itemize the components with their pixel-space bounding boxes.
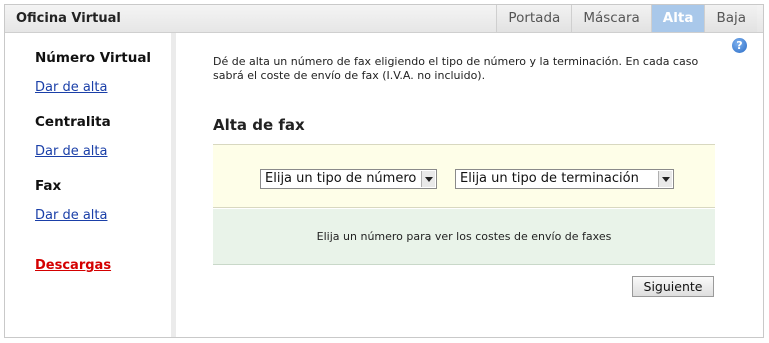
termination-type-select-value: Elija un tipo de terminación — [460, 171, 639, 186]
sidebar-link-centralita-alta[interactable]: Dar de alta — [35, 144, 107, 159]
chevron-down-icon — [658, 171, 672, 187]
number-type-select-value: Elija un tipo de número — [265, 171, 417, 186]
number-type-select[interactable]: Elija un tipo de número — [260, 169, 437, 189]
tab-portada[interactable]: Portada — [496, 5, 572, 32]
tab-baja[interactable]: Baja — [704, 5, 757, 32]
help-icon[interactable]: ? — [732, 38, 747, 53]
sidebar-heading-numero-virtual: Número Virtual — [35, 50, 152, 66]
sidebar-link-numero-virtual-alta[interactable]: Dar de alta — [35, 80, 107, 95]
sidebar-heading-fax: Fax — [35, 178, 62, 194]
termination-type-select[interactable]: Elija un tipo de terminación — [455, 169, 674, 189]
section-title: Alta de fax — [213, 116, 305, 134]
sidebar-heading-centralita: Centralita — [35, 114, 111, 130]
chevron-down-icon — [421, 171, 435, 187]
sidebar: Número Virtual Dar de alta Centralita Da… — [5, 33, 176, 337]
intro-text: Dé de alta un número de fax eligiendo el… — [213, 55, 699, 82]
sidebar-link-downloads[interactable]: Descargas — [35, 258, 111, 273]
tab-mascara[interactable]: Máscara — [571, 5, 651, 32]
selector-panel: Elija un tipo de número Elija un tipo de… — [213, 144, 715, 208]
sidebar-link-fax-alta[interactable]: Dar de alta — [35, 208, 107, 223]
header-bar: Oficina Virtual Portada Máscara Alta Baj… — [5, 5, 763, 33]
next-button[interactable]: Siguiente — [632, 276, 714, 297]
tab-alta[interactable]: Alta — [650, 5, 705, 32]
cost-info-panel: Elija un número para ver los costes de e… — [213, 209, 715, 265]
tab-bar: Portada Máscara Alta Baja — [496, 5, 757, 32]
app-title: Oficina Virtual — [16, 11, 121, 26]
